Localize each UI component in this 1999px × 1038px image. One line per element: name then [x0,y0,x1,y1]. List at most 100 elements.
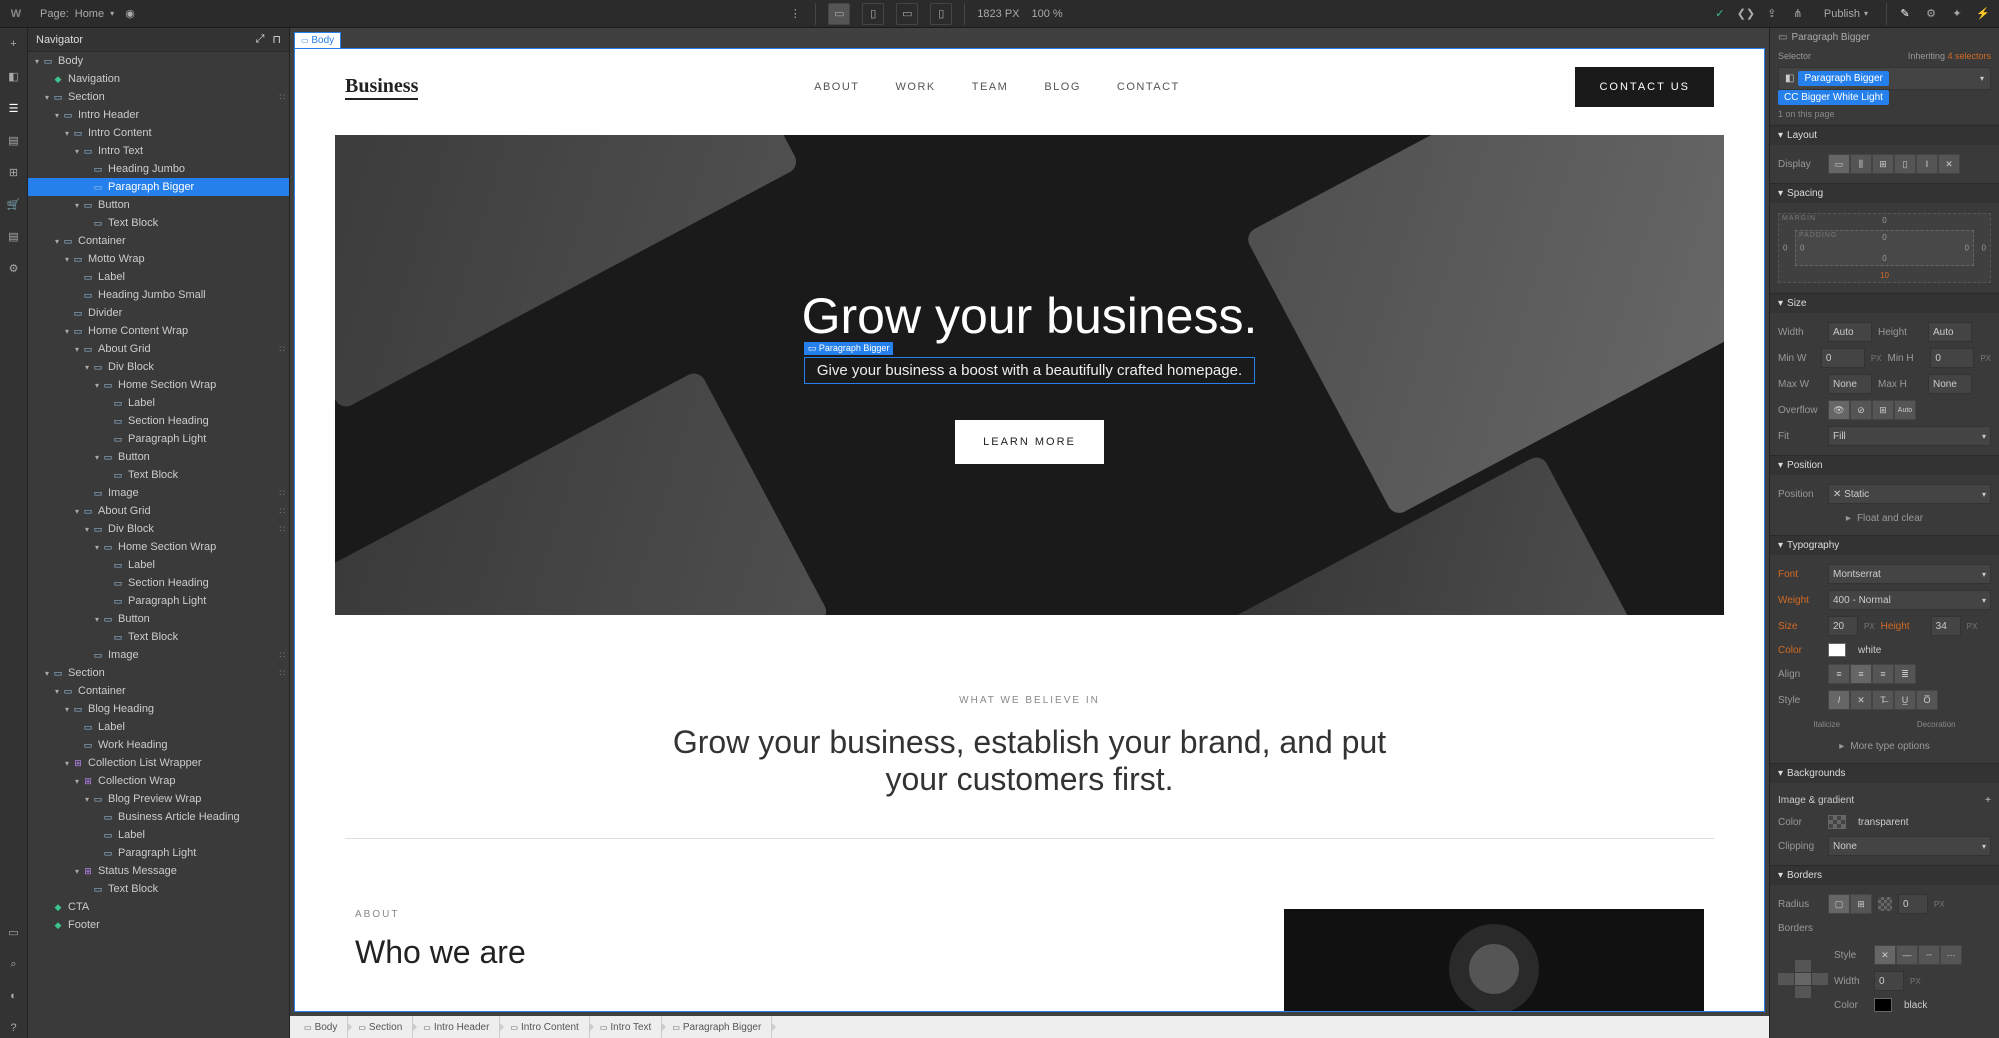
tree-row[interactable]: ▭Heading Jumbo [28,160,289,178]
collapse-all-icon[interactable]: ⤢ [256,33,265,46]
tree-pin-icon[interactable]: ∷ [279,524,285,535]
tree-row[interactable]: ▭Text Block [28,880,289,898]
bg-color-swatch[interactable] [1828,815,1846,829]
tree-pin-icon[interactable]: ∷ [279,488,285,499]
more-type-options[interactable]: ▸ More type options [1778,735,1991,757]
tree-row[interactable]: ▭Label [28,556,289,574]
tree-row[interactable]: ▭Text Block [28,214,289,232]
mobile-landscape-view-button[interactable]: ▭ [896,3,918,25]
radius-input[interactable] [1898,894,1928,914]
spacing-section-head[interactable]: ▾ Spacing [1770,184,1999,203]
settings-icon[interactable]: ⚙ [4,258,24,278]
tree-pin-icon[interactable]: ∷ [279,506,285,517]
nav-link[interactable]: CONTACT [1117,81,1180,93]
ecommerce-icon[interactable]: 🛒 [4,194,24,214]
page-selector[interactable]: Page: Home ▾ [32,8,122,20]
video-icon[interactable]: ▭ [4,922,24,942]
position-section-head[interactable]: ▾ Position [1770,456,1999,475]
size-section-head[interactable]: ▾ Size [1770,294,1999,313]
border-color-swatch[interactable] [1874,998,1892,1012]
selected-element-outline[interactable]: ▭ Paragraph Bigger Give your business a … [804,357,1255,384]
text-color-swatch[interactable] [1828,643,1846,657]
tree-row[interactable]: ▭Section Heading [28,574,289,592]
minh-input[interactable] [1930,348,1974,368]
contact-button[interactable]: CONTACT US [1575,67,1714,107]
tree-row[interactable]: ▾▭Section∷ [28,664,289,682]
typography-section-head[interactable]: ▾ Typography [1770,536,1999,555]
backgrounds-section-head[interactable]: ▾ Backgrounds [1770,764,1999,783]
radius-mode-buttons[interactable]: ▢⊞ [1828,894,1872,914]
tree-row[interactable]: ▾▭About Grid∷ [28,502,289,520]
tree-row[interactable]: ▭Paragraph Light [28,844,289,862]
style-manager-tab-icon[interactable]: ✦ [1949,6,1965,22]
tree-row[interactable]: ▭Label [28,268,289,286]
tree-row[interactable]: ▭Paragraph Light [28,430,289,448]
tree-row[interactable]: ◆Navigation [28,70,289,88]
tree-row[interactable]: ◆CTA [28,898,289,916]
selector-field[interactable]: ◧ Paragraph Bigger ▾ [1778,67,1991,90]
pages-icon[interactable]: ▤ [4,130,24,150]
nav-link[interactable]: WORK [896,81,936,93]
tree-row[interactable]: ▾▭Blog Heading [28,700,289,718]
tree-row[interactable]: ▭Image∷ [28,484,289,502]
tree-row[interactable]: ▭Paragraph Bigger [28,178,289,196]
brush-tab-icon[interactable]: ✎ [1897,6,1913,22]
tree-row[interactable]: ▾▭Intro Header [28,106,289,124]
breadcrumb-item[interactable]: ▭ Intro Text [590,1016,663,1038]
border-width-input[interactable] [1874,971,1904,991]
border-style-buttons[interactable]: ✕—┄⋯ [1874,945,1962,965]
menu-dots-icon[interactable]: ⋮ [787,6,803,22]
canvas[interactable]: Business ABOUT WORK TEAM BLOG CONTACT CONTAC… [294,48,1765,1012]
learn-more-button[interactable]: LEARN MORE [955,420,1104,464]
tree-pin-icon[interactable]: ∷ [279,668,285,679]
tree-row[interactable]: ▭Business Article Heading [28,808,289,826]
audit-icon[interactable]: ◐ [4,986,24,1006]
tablet-view-button[interactable]: ▯ [862,3,884,25]
float-clear[interactable]: ▸ Float and clear [1778,507,1991,529]
about-heading[interactable]: Who we are [355,934,1244,971]
tree-row[interactable]: ▾▭Div Block [28,358,289,376]
maxh-input[interactable] [1928,374,1972,394]
font-select[interactable]: Montserrat▾ [1828,564,1991,584]
weight-select[interactable]: 400 - Normal▾ [1828,590,1991,610]
clip-select[interactable]: None▾ [1828,836,1991,856]
nav-link[interactable]: TEAM [972,81,1009,93]
layout-section-head[interactable]: ▾ Layout [1770,126,1999,145]
minw-input[interactable] [1821,348,1865,368]
add-element-icon[interactable]: + [4,34,24,54]
text-align-buttons[interactable]: ≡≡≡≣ [1828,664,1916,684]
canvas-body-label[interactable]: ▭ Body [294,32,341,48]
mobile-view-button[interactable]: ▯ [930,3,952,25]
publish-button[interactable]: Publish▾ [1816,5,1876,23]
hero-title[interactable]: Grow your business. [802,287,1258,345]
tree-row[interactable]: ▾⊞Collection Wrap [28,772,289,790]
tree-row[interactable]: ▾▭Button [28,448,289,466]
webflow-logo-icon[interactable]: W [6,4,26,24]
navigator-icon[interactable]: ☰ [4,98,24,118]
tree-row[interactable]: ▭Paragraph Light [28,592,289,610]
hero-subtitle[interactable]: Give your business a boost with a beauti… [817,362,1242,379]
nav-link[interactable]: BLOG [1044,81,1081,93]
tree-pin-icon[interactable]: ∷ [279,92,285,103]
believe-label[interactable]: WHAT WE BELIEVE IN [345,695,1714,706]
brand-logo[interactable]: Business [345,75,418,100]
maxw-input[interactable] [1828,374,1872,394]
tree-row[interactable]: ▭Text Block [28,466,289,484]
tree-row[interactable]: ▭Label [28,394,289,412]
help-icon[interactable]: ? [4,1018,24,1038]
symbols-icon[interactable]: ◧ [4,66,24,86]
tree-row[interactable]: ▭Image∷ [28,646,289,664]
cms-icon[interactable]: ⊞ [4,162,24,182]
inheriting-count[interactable]: 4 selectors [1947,51,1991,61]
nav-link[interactable]: ABOUT [814,81,859,93]
position-select[interactable]: ✕ Static▾ [1828,484,1991,504]
tree-row[interactable]: ▾▭Div Block∷ [28,520,289,538]
navigator-tree[interactable]: ▾▭Body◆Navigation▾▭Section∷▾▭Intro Heade… [28,52,289,1038]
tree-row[interactable]: ▾▭Home Content Wrap [28,322,289,340]
breadcrumb-item[interactable]: ▭ Intro Content [500,1016,589,1038]
search-icon[interactable]: ⌕ [4,954,24,974]
desktop-view-button[interactable]: ▭ [828,3,850,25]
tree-row[interactable]: ▾▭Home Section Wrap [28,376,289,394]
tree-row[interactable]: ▾▭Home Section Wrap [28,538,289,556]
tree-row[interactable]: ▾▭Container [28,232,289,250]
